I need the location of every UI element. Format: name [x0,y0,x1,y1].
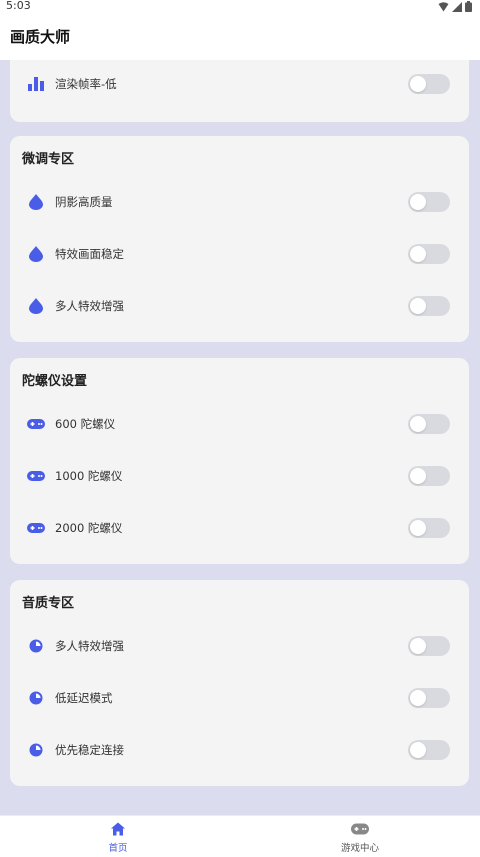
page-title: 画质大师 [10,28,71,46]
setting-label: 渲染帧率-低 [55,77,117,91]
setting-row-gyro-2000: 2000 陀螺仪 [10,508,469,548]
pie-timer-icon [27,689,45,707]
audio-card: 音质专区 多人特效增强 低延迟模式 优先稳定连接 [10,580,469,786]
render-fps-toggle[interactable] [408,74,450,94]
pie-timer-icon [27,637,45,655]
nav-label: 游戏中心 [340,843,379,854]
tuning-card: 微调专区 阴影高质量 特效画面稳定 多人特效增强 [10,136,469,342]
toggle-knob [410,690,426,706]
gyro-2000-toggle[interactable] [408,518,450,538]
bar-chart-icon [27,75,45,93]
gamepad-icon [351,823,369,835]
toggle-knob [410,246,426,262]
setting-row-stable-connection: 优先稳定连接 [10,730,469,770]
droplet-icon [27,245,45,263]
setting-row-effect-stable: 特效画面稳定 [10,234,469,274]
setting-label: 600 陀螺仪 [55,417,116,431]
toggle-knob [410,520,426,536]
setting-label: 1000 陀螺仪 [55,469,123,483]
setting-label: 特效画面稳定 [55,247,124,261]
setting-row-render-fps: 渲染帧率-低 [10,64,469,104]
nav-label: 首页 [108,843,128,854]
setting-label: 低延迟模式 [55,691,113,705]
gyro-card: 陀螺仪设置 600 陀螺仪 1000 陀螺仪 2000 陀螺仪 [10,358,469,564]
section-title: 微调专区 [22,152,75,167]
home-icon [111,822,125,836]
setting-row-multiplayer-effects: 多人特效增强 [10,286,469,326]
toggle-knob [410,76,426,92]
effect-stable-toggle[interactable] [408,244,450,264]
section-title: 音质专区 [22,596,75,611]
gamepad-icon [27,415,45,433]
toggle-knob [410,638,426,654]
audio-multiplayer-toggle[interactable] [408,636,450,656]
status-bar: 5:03 [0,0,480,14]
droplet-icon [27,297,45,315]
setting-row-audio-multiplayer: 多人特效增强 [10,626,469,666]
setting-label: 多人特效增强 [55,299,124,313]
setting-label: 2000 陀螺仪 [55,521,123,535]
gyro-1000-toggle[interactable] [408,466,450,486]
droplet-icon [27,193,45,211]
setting-row-low-latency: 低延迟模式 [10,678,469,718]
status-time: 5:03 [6,0,31,12]
setting-row-gyro-600: 600 陀螺仪 [10,404,469,444]
toggle-knob [410,194,426,210]
setting-label: 优先稳定连接 [55,743,124,757]
toggle-knob [410,468,426,484]
battery-icon [465,1,472,12]
section-title: 陀螺仪设置 [22,374,88,389]
wifi-icon [438,1,449,11]
settings-scroll-area[interactable]: 渲染帧率-低 微调专区 阴影高质量 特效画面稳定 多人特效增强 陀螺仪设置 60… [0,60,480,815]
gamepad-icon [27,467,45,485]
pie-timer-icon [27,741,45,759]
multiplayer-effects-toggle[interactable] [408,296,450,316]
bottom-nav: 首页 游戏中心 [0,815,480,857]
app-bar: 画质大师 [0,14,480,60]
setting-label: 多人特效增强 [55,639,124,653]
render-card: 渲染帧率-低 [10,60,469,122]
setting-row-gyro-1000: 1000 陀螺仪 [10,456,469,496]
toggle-knob [410,298,426,314]
gamepad-icon [27,519,45,537]
toggle-knob [410,416,426,432]
nav-item-game-center[interactable]: 游戏中心 [300,822,420,856]
toggle-knob [410,742,426,758]
gyro-600-toggle[interactable] [408,414,450,434]
status-icons [438,1,472,12]
nav-item-home[interactable]: 首页 [58,822,178,856]
setting-label: 阴影高质量 [55,195,113,209]
stable-connection-toggle[interactable] [408,740,450,760]
setting-row-shadow-quality: 阴影高质量 [10,182,469,222]
shadow-quality-toggle[interactable] [408,192,450,212]
signal-icon [452,1,462,12]
low-latency-toggle[interactable] [408,688,450,708]
